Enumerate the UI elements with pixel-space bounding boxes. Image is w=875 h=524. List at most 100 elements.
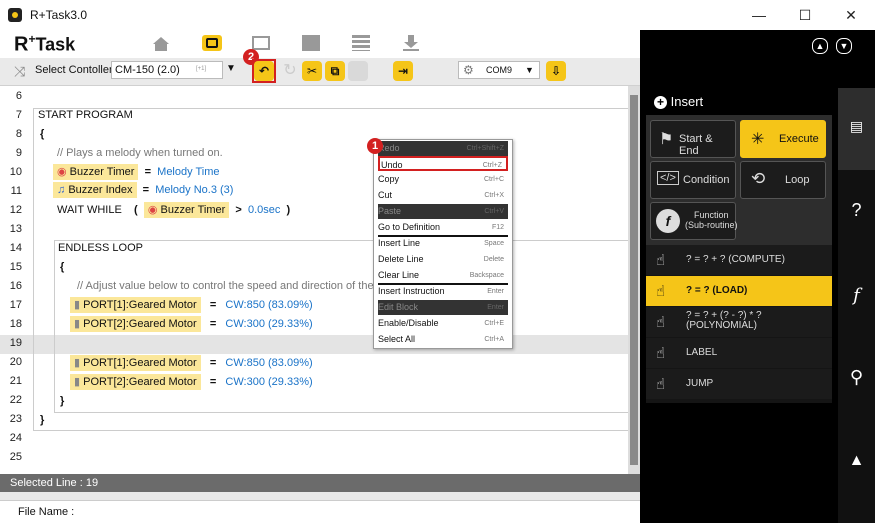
minimize-button[interactable]: —	[736, 0, 782, 30]
category-label: Start & End	[679, 133, 713, 157]
menu-item-copy[interactable]: Copy Ctrl+C	[378, 172, 508, 187]
category-execute[interactable]: ✳ Execute	[740, 120, 826, 158]
copy-icon[interactable]: ⧉	[325, 61, 345, 81]
menu-item-shortcut: Ctrl+V	[484, 208, 504, 215]
line-number: 17	[9, 299, 22, 311]
hand-pointer-icon: ☝	[656, 314, 666, 331]
task-view-icon[interactable]	[202, 35, 222, 51]
menu-item-label: Cut	[378, 190, 393, 200]
maximize-button[interactable]: ☐	[782, 0, 828, 30]
menu-item-shortcut: Space	[484, 240, 504, 247]
undo-icon[interactable]: ↶	[254, 61, 274, 81]
paste-icon[interactable]	[348, 61, 368, 81]
redo-icon[interactable]: ↻	[280, 61, 300, 81]
port1-label: PORT[1]:Geared Motor	[83, 357, 197, 369]
home-icon[interactable]	[152, 36, 170, 55]
instruction-label-item[interactable]: ☝ LABEL	[646, 338, 832, 368]
menu-item-clear-line[interactable]: Clear Line Backspace	[378, 268, 508, 283]
comment-line[interactable]: // Adjust value below to control the spe…	[77, 280, 380, 292]
buzzer-index-row[interactable]: ♫ Buzzer Index = Melody No.3 (3)	[53, 182, 234, 198]
menu-item-shortcut: Ctrl+X	[484, 192, 504, 199]
line-number: 13	[9, 223, 22, 235]
menu-item-shortcut: Backspace	[469, 272, 504, 279]
window-title: R+Task3.0	[30, 8, 88, 22]
buzzer-timer-label: Buzzer Timer	[69, 166, 135, 178]
menu-item-insert-instruction[interactable]: Insert Instruction Enter	[378, 284, 508, 299]
line-number: 9	[15, 147, 22, 159]
download-icon[interactable]	[402, 34, 420, 55]
port2-label: PORT[2]:Geared Motor	[83, 318, 197, 330]
screen-icon[interactable]	[252, 36, 270, 50]
menu-item-label: Go to Definition	[378, 222, 441, 232]
callout-badge-1: 1	[367, 138, 383, 154]
melody-number-value: Melody No.3 (3)	[155, 184, 234, 196]
comment-line[interactable]: // Plays a melody when turned on.	[57, 147, 223, 159]
table-icon[interactable]	[352, 35, 370, 51]
line-number: 23	[9, 413, 22, 425]
category-function[interactable]: f Function (Sub-routine)	[650, 202, 738, 240]
menu-item-paste: Paste Ctrl+V	[378, 204, 508, 219]
port2-label: PORT[2]:Geared Motor	[83, 376, 197, 388]
start-program-keyword[interactable]: START PROGRAM	[38, 109, 133, 121]
plus-circle-icon: +	[654, 96, 667, 109]
help-icon[interactable]: ?	[838, 200, 875, 221]
line-number: 10	[9, 166, 22, 178]
instruction-polynomial[interactable]: ☝ ? = ? + (? - ?) * ? (POLYNOMIAL)	[646, 307, 832, 337]
chat-icon[interactable]: ▤	[838, 118, 875, 135]
exit-icon[interactable]: ⇥	[393, 61, 413, 81]
motor-row-2[interactable]: ▮ PORT[2]:Geared Motor = CW:300 (29.33%)	[70, 316, 313, 332]
instruction-load[interactable]: ☝ ? = ? (LOAD)	[646, 276, 832, 306]
motor-icon: ▮	[74, 357, 81, 369]
instruction-label: ? = ? + (? - ?) * ? (POLYNOMIAL)	[686, 310, 762, 331]
editor-scrollbar-thumb[interactable]	[630, 95, 638, 465]
warning-icon[interactable]: ▲	[838, 452, 875, 470]
menu-item-go-to-definition[interactable]: Go to Definition F12	[378, 220, 508, 235]
port1-label: PORT[1]:Geared Motor	[83, 299, 197, 311]
motor-icon: ▮	[74, 299, 81, 311]
search-icon[interactable]: ⚲	[838, 367, 875, 388]
music-note-icon: ♫	[57, 184, 66, 196]
instruction-compute[interactable]: ☝ ? = ? + ? (COMPUTE)	[646, 245, 832, 275]
menu-item-cut[interactable]: Cut Ctrl+X	[378, 188, 508, 203]
dropdown-caret-icon[interactable]: ▼	[226, 63, 236, 74]
endless-loop-keyword[interactable]: ENDLESS LOOP	[58, 242, 143, 254]
menu-item-label: Select All	[378, 334, 416, 344]
port-select[interactable]: ⚙ COM9 ▼	[458, 61, 540, 79]
line-number: 24	[9, 432, 22, 444]
motor-row-4[interactable]: ▮ PORT[2]:Geared Motor = CW:300 (29.33%)	[70, 374, 313, 390]
wait-while-row[interactable]: WAIT WHILE ( ◉ Buzzer Timer > 0.0sec )	[57, 202, 290, 218]
port-select-value: COM9	[486, 65, 513, 75]
status-bar: Selected Line : 19	[0, 474, 640, 492]
menu-item-select-all[interactable]: Select All Ctrl+A	[378, 332, 508, 347]
line-number: 14	[9, 242, 22, 254]
function-sidebar-icon[interactable]: f	[838, 285, 875, 306]
category-start-end[interactable]: ⚑ Start & End	[650, 120, 736, 158]
buzzer-timer-row[interactable]: ◉ Buzzer Timer = Melody Time	[53, 164, 220, 180]
menu-item-insert-line[interactable]: Insert Line Space	[378, 236, 508, 251]
controller-select[interactable]: CM-150 (2.0) [+1]	[111, 61, 223, 79]
close-button[interactable]: ✕	[828, 0, 874, 30]
menu-item-undo[interactable]: Undo Ctrl+Z	[378, 156, 508, 171]
buzzer-icon: ◉	[147, 204, 158, 216]
category-loop[interactable]: ⟲ Loop	[740, 161, 826, 199]
category-condition[interactable]: </> Condition	[650, 161, 736, 199]
loop-icon: ⟲	[751, 169, 766, 188]
cut-icon[interactable]: ✂	[302, 61, 322, 81]
download-circle-icon[interactable]: ▼	[836, 38, 852, 54]
category-label: Condition	[683, 174, 730, 186]
menu-item-redo: Redo Ctrl+Shift+Z	[378, 141, 508, 156]
category-label: Execute	[779, 133, 819, 145]
menu-item-delete-line[interactable]: Delete Line Delete	[378, 252, 508, 267]
menu-item-enable-disable[interactable]: Enable/Disable Ctrl+E	[378, 316, 508, 331]
monitor-icon[interactable]: ⇩	[546, 61, 566, 81]
motor-row-1[interactable]: ▮ PORT[1]:Geared Motor = CW:850 (83.09%)	[70, 297, 313, 313]
code-editor[interactable]: 6 7 8 9 10 11 12 13 14 15 16 17 18 19 20…	[0, 86, 640, 474]
menu-item-shortcut: Ctrl+Shift+Z	[466, 145, 504, 152]
instruction-jump[interactable]: ☝ JUMP	[646, 369, 832, 399]
upload-icon[interactable]: ▲	[812, 38, 828, 54]
motor-row-3[interactable]: ▮ PORT[1]:Geared Motor = CW:850 (83.09%)	[70, 355, 313, 371]
film-icon[interactable]	[302, 35, 320, 51]
line-number: 6	[15, 90, 22, 102]
line-number: 16	[9, 280, 22, 292]
hand-pointer-icon: ☝	[656, 345, 666, 362]
